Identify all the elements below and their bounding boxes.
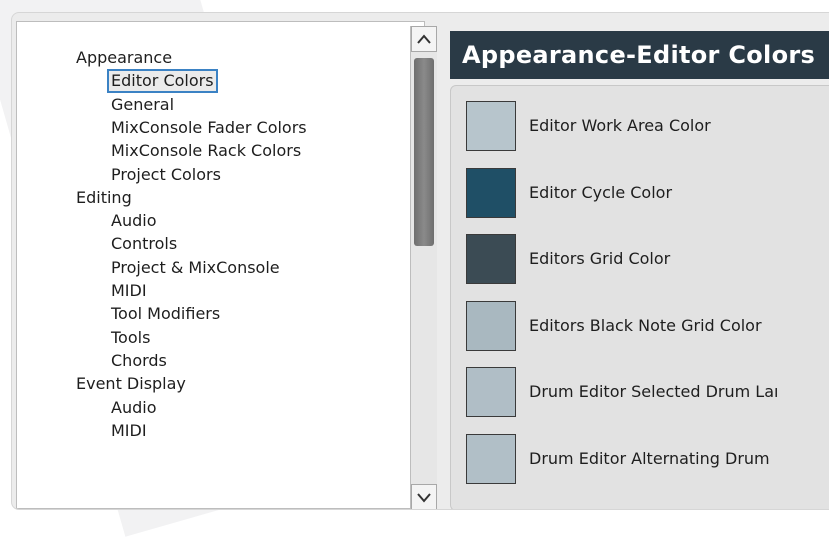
- chevron-up-icon: [417, 34, 431, 44]
- tree-item[interactable]: Project & MixConsole: [111, 258, 280, 278]
- color-swatch[interactable]: [466, 167, 516, 218]
- color-settings-panel: Editor Work Area Color Editor Cycle Color…: [450, 85, 829, 509]
- tree-item[interactable]: Tool Modifiers: [111, 304, 220, 324]
- tree-item[interactable]: Tools: [111, 328, 150, 348]
- scroll-thumb[interactable]: [414, 58, 434, 246]
- color-swatch[interactable]: [466, 300, 516, 351]
- tree-category[interactable]: Event Display: [76, 374, 186, 394]
- scroll-up-button[interactable]: [411, 26, 437, 52]
- color-setting-row: Editors Grid Color: [466, 234, 829, 286]
- page-title: Appearance-Editor Colors: [450, 31, 829, 79]
- tree-item[interactable]: Project Colors: [111, 165, 221, 185]
- tree-item[interactable]: MIDI: [111, 421, 147, 441]
- tree-item[interactable]: Editor Colors: [107, 69, 218, 94]
- color-setting-row: Editor Cycle Color: [466, 167, 829, 220]
- color-setting-label: Editor Cycle Color: [529, 182, 673, 202]
- color-setting-label: Drum Editor Alternating Drum: [529, 448, 770, 468]
- tree-item[interactable]: Chords: [111, 351, 167, 371]
- color-swatch[interactable]: [466, 234, 516, 284]
- color-setting-label: Editors Grid Color: [529, 249, 671, 268]
- color-swatch[interactable]: [466, 367, 516, 417]
- tree-item[interactable]: MixConsole Rack Colors: [111, 141, 301, 161]
- tree-item[interactable]: Audio: [111, 211, 156, 231]
- color-setting-row: Drum Editor Alternating Drum: [466, 433, 829, 486]
- color-setting-label: Editors Black Note Grid Color: [529, 315, 762, 335]
- tree-item[interactable]: Controls: [111, 234, 177, 254]
- color-swatch[interactable]: [466, 101, 516, 151]
- color-setting-label: Drum Editor Selected Drum Laı: [529, 382, 779, 401]
- tree-item[interactable]: MIDI: [111, 281, 147, 301]
- color-setting-label: Editor Work Area Color: [529, 116, 711, 135]
- tree-item[interactable]: Audio: [111, 398, 156, 418]
- tree-item[interactable]: MixConsole Fader Colors: [111, 118, 307, 138]
- tree-category[interactable]: Editing: [76, 188, 132, 208]
- color-setting-row: Drum Editor Selected Drum Laı: [466, 367, 829, 419]
- color-swatch[interactable]: [466, 433, 516, 484]
- preferences-tree: Appearance Editor Colors General MixConsole…: [16, 21, 425, 509]
- chevron-down-icon: [417, 493, 431, 503]
- tree-scrollbar[interactable]: [410, 26, 437, 509]
- tree-category[interactable]: Appearance: [76, 48, 172, 68]
- color-setting-row: Editors Black Note Grid Color: [466, 300, 829, 353]
- color-setting-row: Editor Work Area Color: [466, 101, 829, 153]
- tree-item[interactable]: General: [111, 95, 174, 115]
- scroll-down-button[interactable]: [411, 484, 437, 509]
- preferences-window: Appearance Editor Colors General MixConsole…: [11, 12, 829, 510]
